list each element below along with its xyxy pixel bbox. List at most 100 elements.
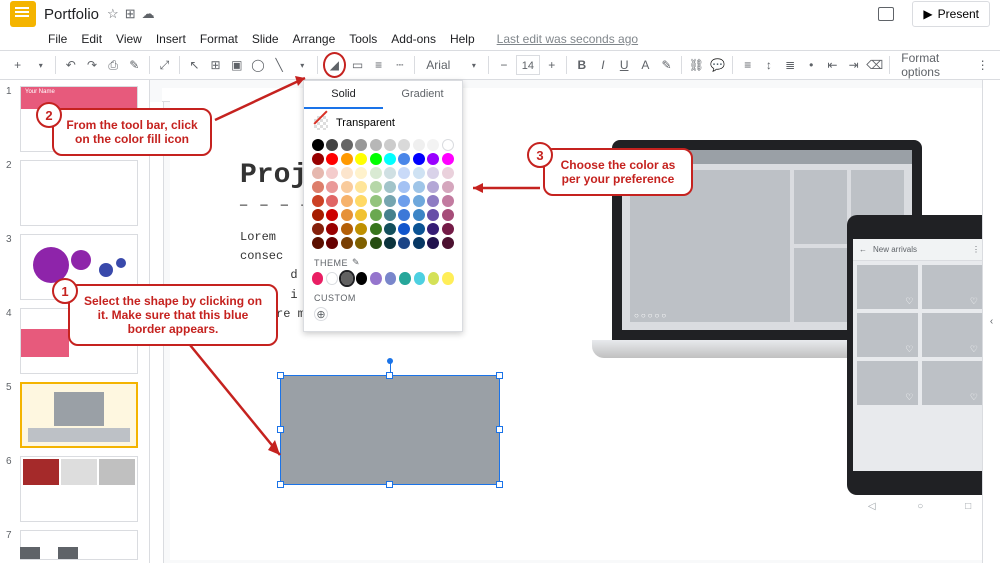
add-custom-color-button[interactable]: ⊕ xyxy=(314,307,328,321)
color-swatch[interactable] xyxy=(442,223,454,235)
color-swatch[interactable] xyxy=(442,237,454,249)
document-title[interactable]: Portfolio xyxy=(44,6,99,23)
color-swatch[interactable] xyxy=(398,139,410,151)
color-swatch[interactable] xyxy=(427,153,439,165)
color-swatch[interactable] xyxy=(312,167,324,179)
grid-view-icon[interactable] xyxy=(58,547,78,559)
menu-format[interactable]: Format xyxy=(200,32,238,46)
underline-button[interactable]: U xyxy=(615,54,634,76)
present-button[interactable]: ▶ Present xyxy=(912,1,990,27)
color-swatch[interactable] xyxy=(413,209,425,221)
resize-handle-ne[interactable] xyxy=(496,372,503,379)
color-swatch[interactable] xyxy=(427,209,439,221)
color-swatch[interactable] xyxy=(326,167,338,179)
indent-decrease-button[interactable]: ⇤ xyxy=(823,54,842,76)
color-swatch[interactable] xyxy=(427,181,439,193)
color-swatch[interactable] xyxy=(442,153,454,165)
menu-tools[interactable]: Tools xyxy=(349,32,377,46)
color-swatch[interactable] xyxy=(370,139,382,151)
color-swatch[interactable] xyxy=(427,167,439,179)
color-swatch[interactable] xyxy=(326,181,338,193)
comments-icon[interactable] xyxy=(878,7,894,21)
transparent-option[interactable]: Transparent xyxy=(304,109,462,137)
color-swatch[interactable] xyxy=(312,223,324,235)
color-swatch[interactable] xyxy=(427,195,439,207)
pencil-icon[interactable]: ✎ xyxy=(352,257,360,268)
zoom-button[interactable]: ⤢ xyxy=(155,54,174,76)
color-swatch[interactable] xyxy=(355,167,367,179)
color-swatch[interactable] xyxy=(355,195,367,207)
move-icon[interactable]: ⊞ xyxy=(125,6,136,22)
color-swatch[interactable] xyxy=(384,223,396,235)
resize-handle-s[interactable] xyxy=(386,481,393,488)
select-tool[interactable]: ↖ xyxy=(185,54,204,76)
color-swatch[interactable] xyxy=(384,167,396,179)
font-size-plus[interactable]: + xyxy=(542,54,561,76)
redo-button[interactable]: ↷ xyxy=(82,54,101,76)
menu-file[interactable]: File xyxy=(48,32,67,46)
color-swatch[interactable] xyxy=(341,195,353,207)
menu-edit[interactable]: Edit xyxy=(81,32,102,46)
numbered-list-button[interactable]: ≣ xyxy=(781,54,800,76)
color-swatch[interactable] xyxy=(384,237,396,249)
color-swatch[interactable] xyxy=(413,223,425,235)
color-swatch[interactable] xyxy=(442,139,454,151)
font-selector[interactable]: Arial xyxy=(420,58,460,72)
color-swatch[interactable] xyxy=(355,223,367,235)
color-swatch[interactable] xyxy=(326,209,338,221)
color-swatch[interactable] xyxy=(398,167,410,179)
color-swatch[interactable] xyxy=(442,167,454,179)
cloud-status-icon[interactable]: ☁ xyxy=(142,6,155,22)
color-swatch[interactable] xyxy=(442,195,454,207)
color-swatch[interactable] xyxy=(427,139,439,151)
resize-handle-e[interactable] xyxy=(496,426,503,433)
color-swatch[interactable] xyxy=(312,195,324,207)
border-dash-button[interactable]: ┄ xyxy=(390,54,409,76)
bulleted-list-button[interactable]: • xyxy=(802,54,821,76)
indent-increase-button[interactable]: ⇥ xyxy=(844,54,863,76)
menu-arrange[interactable]: Arrange xyxy=(293,32,336,46)
color-swatch[interactable] xyxy=(427,223,439,235)
slides-logo-icon[interactable] xyxy=(10,1,36,27)
new-slide-dropdown[interactable]: ▾ xyxy=(31,54,50,76)
color-swatch[interactable] xyxy=(384,153,396,165)
format-options-button[interactable]: Format options xyxy=(901,51,971,79)
color-swatch[interactable] xyxy=(398,153,410,165)
theme-swatch[interactable] xyxy=(312,272,323,285)
color-swatch[interactable] xyxy=(355,153,367,165)
italic-button[interactable]: I xyxy=(593,54,612,76)
color-swatch[interactable] xyxy=(384,181,396,193)
last-edit-link[interactable]: Last edit was seconds ago xyxy=(497,32,638,46)
color-swatch[interactable] xyxy=(413,237,425,249)
color-swatch[interactable] xyxy=(326,223,338,235)
color-swatch[interactable] xyxy=(398,195,410,207)
theme-swatch[interactable] xyxy=(326,272,338,285)
font-size-minus[interactable]: − xyxy=(494,54,513,76)
more-button[interactable]: ⋮ xyxy=(973,54,992,76)
resize-handle-se[interactable] xyxy=(496,481,503,488)
color-swatch[interactable] xyxy=(341,223,353,235)
color-swatch[interactable] xyxy=(326,237,338,249)
color-swatch[interactable] xyxy=(341,237,353,249)
thumbnail-6[interactable] xyxy=(20,456,138,522)
color-swatch[interactable] xyxy=(341,139,353,151)
color-swatch[interactable] xyxy=(326,195,338,207)
tab-gradient[interactable]: Gradient xyxy=(383,81,462,109)
menu-view[interactable]: View xyxy=(116,32,142,46)
color-swatch[interactable] xyxy=(442,209,454,221)
theme-swatch[interactable] xyxy=(356,272,367,285)
color-swatch[interactable] xyxy=(370,209,382,221)
color-swatch[interactable] xyxy=(355,181,367,193)
color-swatch[interactable] xyxy=(355,237,367,249)
color-swatch[interactable] xyxy=(398,223,410,235)
menu-insert[interactable]: Insert xyxy=(156,32,186,46)
color-swatch[interactable] xyxy=(370,195,382,207)
color-swatch[interactable] xyxy=(370,181,382,193)
theme-swatch[interactable] xyxy=(428,272,439,285)
theme-swatch[interactable] xyxy=(370,272,381,285)
print-button[interactable]: ⎙ xyxy=(104,54,123,76)
color-swatch[interactable] xyxy=(384,139,396,151)
theme-swatch[interactable] xyxy=(442,272,453,285)
color-swatch[interactable] xyxy=(370,153,382,165)
thumbnail-5[interactable] xyxy=(20,382,138,448)
